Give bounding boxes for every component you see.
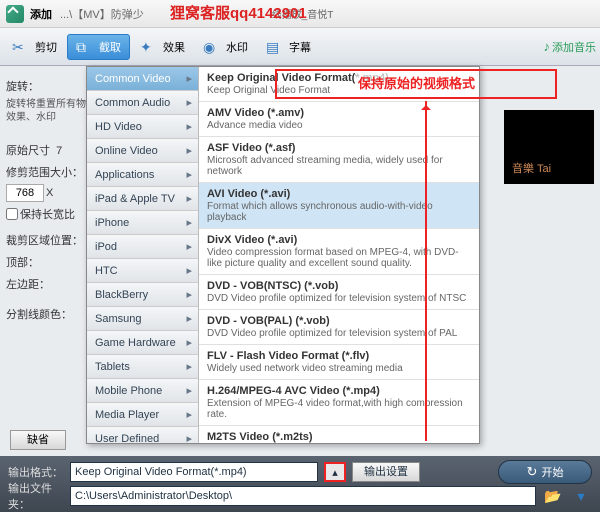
app-icon — [6, 5, 24, 23]
crop-button[interactable]: 截取 — [67, 34, 130, 60]
crop-icon — [76, 39, 96, 55]
format-desc: Video compression format based on MPEG-4… — [207, 247, 471, 269]
subtitle-icon — [266, 39, 286, 55]
left-margin-label: 左边距： — [6, 276, 98, 292]
title-path: ...\【MV】防弹少 — [60, 6, 144, 22]
start-button[interactable]: 开始 — [498, 460, 592, 484]
left-panel: 旋转： 旋转将重置所有物、效果、水印 原始尺寸 7 修剪范围大小： X 保持长宽… — [6, 78, 98, 322]
crop-width-input[interactable] — [6, 184, 44, 202]
subtitle-button[interactable]: 字幕 — [258, 35, 319, 59]
output-format-field[interactable]: Keep Original Video Format(*.mp4) — [70, 462, 318, 482]
format-title: ASF Video (*.asf) — [207, 142, 471, 154]
format-desc: Microsoft advanced streaming media, wide… — [207, 155, 471, 177]
annotation-text: 保持原始的视频格式 — [356, 73, 477, 92]
keep-ratio-label: 保持长宽比 — [20, 206, 75, 222]
cut-button[interactable]: 剪切 — [4, 35, 65, 59]
default-button[interactable]: 缺省 — [10, 430, 66, 450]
effect-icon — [140, 39, 160, 55]
category-item[interactable]: iPhone — [87, 211, 198, 235]
format-title: DVD - VOB(NTSC) (*.vob) — [207, 280, 471, 292]
effect-button[interactable]: 效果 — [132, 35, 193, 59]
rotate-label: 旋转： — [6, 78, 98, 94]
main-area: 旋转： 旋转将重置所有物、效果、水印 原始尺寸 7 修剪范围大小： X 保持长宽… — [0, 66, 600, 456]
add-music-link[interactable]: 添加音乐 — [544, 39, 597, 55]
category-item[interactable]: Mobile Phone — [87, 379, 198, 403]
bottom-bar: 输出格式： Keep Original Video Format(*.mp4) … — [0, 456, 600, 512]
category-item[interactable]: BlackBerry — [87, 283, 198, 307]
keep-ratio-field: 保持长宽比 — [6, 206, 98, 222]
format-title: H.264/MPEG-4 AVC Video (*.mp4) — [207, 385, 471, 397]
output-settings-button[interactable]: 输出设置 — [352, 462, 420, 482]
keep-ratio-checkbox[interactable] — [6, 208, 18, 220]
format-desc: Extension of MPEG-4 video format,with hi… — [207, 398, 471, 420]
format-desc: Widely used network video streaming medi… — [207, 363, 471, 374]
format-item[interactable]: AMV Video (*.amv)Advance media video — [199, 102, 479, 137]
format-title: AVI Video (*.avi) — [207, 188, 471, 200]
format-desc: DVD Video profile optimized for televisi… — [207, 328, 471, 339]
format-item[interactable]: DivX Video (*.avi)Video compression form… — [199, 229, 479, 275]
top-label: 顶部： — [6, 254, 98, 270]
category-item[interactable]: Applications — [87, 163, 198, 187]
rotate-note: 旋转将重置所有物、效果、水印 — [6, 98, 98, 124]
format-column: Keep Original Video Format(*.mp4)Keep Or… — [199, 67, 479, 443]
format-desc: DVD Video profile optimized for televisi… — [207, 293, 471, 304]
category-item[interactable]: Common Video — [87, 67, 198, 91]
output-folder-label: 输出文件夹： — [8, 480, 64, 512]
category-item[interactable]: User Defined — [87, 427, 198, 443]
format-item[interactable]: AVI Video (*.avi)Format which allows syn… — [199, 183, 479, 229]
crop-width-field: X — [6, 184, 98, 202]
format-item[interactable]: M2TS Video (*.m2ts)H.264/MPEG-2 M2TS vid… — [199, 426, 479, 443]
category-item[interactable]: iPad & Apple TV — [87, 187, 198, 211]
format-desc: Advance media video — [207, 120, 471, 131]
format-item[interactable]: DVD - VOB(PAL) (*.vob)DVD Video profile … — [199, 310, 479, 345]
format-title: DivX Video (*.avi) — [207, 234, 471, 246]
folder-open-icon[interactable]: 📂 — [542, 486, 564, 506]
format-desc: Format which allows synchronous audio-wi… — [207, 201, 471, 223]
category-item[interactable]: Common Audio — [87, 91, 198, 115]
folder-more-icon[interactable]: ▾ — [570, 486, 592, 506]
crop-region-label: 裁剪区域位置： — [6, 232, 98, 248]
format-item[interactable]: FLV - Flash Video Format (*.flv)Widely u… — [199, 345, 479, 380]
format-item[interactable]: H.264/MPEG-4 AVC Video (*.mp4)Extension … — [199, 380, 479, 426]
format-title: FLV - Flash Video Format (*.flv) — [207, 350, 471, 362]
scissor-icon — [12, 39, 32, 55]
line-color-label: 分割线颜色： — [6, 306, 98, 322]
category-item[interactable]: iPod — [87, 235, 198, 259]
orig-size-label: 原始尺寸 7 — [6, 142, 98, 158]
category-item[interactable]: Samsung — [87, 307, 198, 331]
format-dropdown: Common VideoCommon AudioHD VideoOnline V… — [86, 66, 480, 444]
water-icon — [203, 39, 223, 55]
format-title: AMV Video (*.amv) — [207, 107, 471, 119]
category-item[interactable]: HD Video — [87, 115, 198, 139]
format-title: DVD - VOB(PAL) (*.vob) — [207, 315, 471, 327]
output-format-label: 输出格式： — [8, 464, 64, 480]
watermark-text: 狸窝客服qq4142901 — [170, 2, 307, 23]
annotation-arrow — [425, 101, 427, 441]
category-item[interactable]: Game Hardware — [87, 331, 198, 355]
category-item[interactable]: Tablets — [87, 355, 198, 379]
format-title: M2TS Video (*.m2ts) — [207, 431, 471, 443]
watermark-button[interactable]: 水印 — [195, 35, 256, 59]
add-label[interactable]: 添加 — [30, 6, 52, 22]
output-folder-field[interactable]: C:\Users\Administrator\Desktop\ — [70, 486, 536, 506]
crop-range-label: 修剪范围大小： — [6, 164, 98, 180]
format-item[interactable]: DVD - VOB(NTSC) (*.vob)DVD Video profile… — [199, 275, 479, 310]
category-item[interactable]: Online Video — [87, 139, 198, 163]
category-item[interactable]: Media Player — [87, 403, 198, 427]
toolbar: 剪切 截取 效果 水印 字幕 添加音乐 — [0, 28, 600, 66]
category-item[interactable]: HTC — [87, 259, 198, 283]
music-icon — [544, 39, 551, 54]
category-column: Common VideoCommon AudioHD VideoOnline V… — [87, 67, 199, 443]
format-dropdown-button[interactable]: ▴ — [324, 462, 346, 482]
format-item[interactable]: ASF Video (*.asf)Microsoft advanced stre… — [199, 137, 479, 183]
preview-text: 音樂 Tai — [512, 160, 551, 176]
preview-pane: 音樂 Tai — [504, 110, 594, 184]
